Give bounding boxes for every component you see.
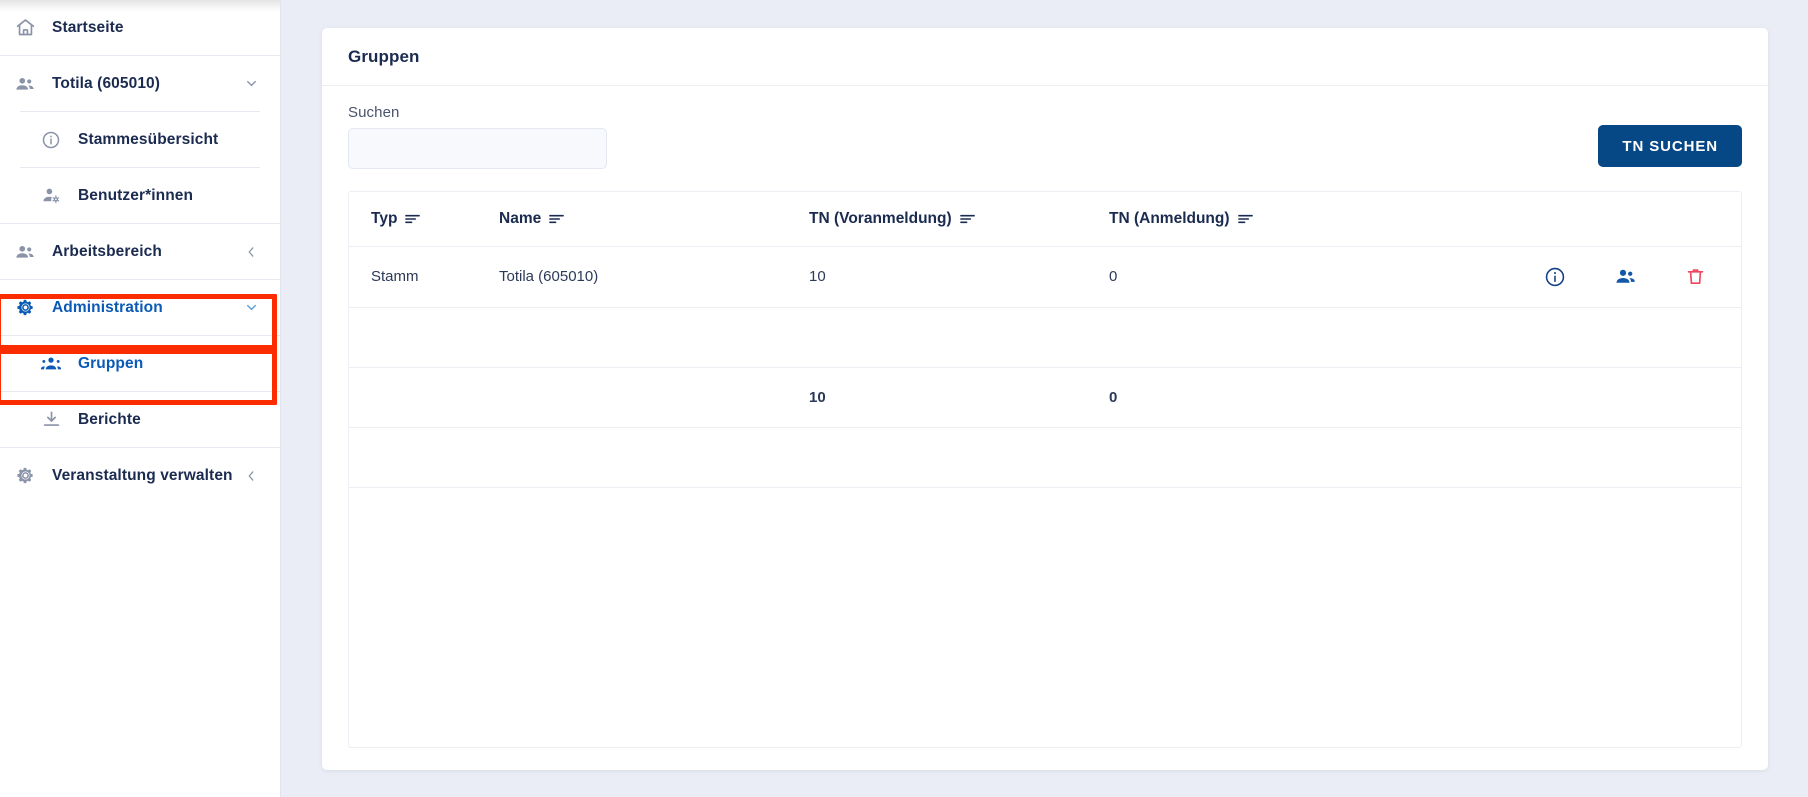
sidebar-item-stammesuebersicht[interactable]: Stammesübersicht <box>0 112 280 167</box>
column-header-typ[interactable]: Typ <box>349 192 499 247</box>
table-footer-space <box>349 427 1741 488</box>
sidebar-item-veranstaltung-verwalten[interactable]: Veranstaltung verwalten <box>0 448 280 503</box>
sidebar-item-totila[interactable]: Totila (605010) <box>0 56 280 111</box>
members-icon[interactable] <box>1613 265 1637 289</box>
chevron-down-icon[interactable] <box>238 300 264 315</box>
table-head: Typ Name TN (Voranmeldung) TN (Anmeldung… <box>349 192 1741 247</box>
sidebar-item-benutzerinnen[interactable]: Benutzer*innen <box>0 168 280 223</box>
chevron-down-icon[interactable] <box>238 76 264 91</box>
column-header-label: Name <box>499 209 542 227</box>
sidebar-item-label: Benutzer*innen <box>78 186 194 204</box>
sidebar-item-label: Administration <box>52 298 163 316</box>
people-icon <box>14 73 36 95</box>
cell-actions <box>1409 246 1741 308</box>
column-header-label: TN (Anmeldung) <box>1109 209 1230 227</box>
search-row: Suchen TN SUCHEN <box>348 104 1742 169</box>
groups-table-container: Typ Name TN (Voranmeldung) TN (Anmeldung… <box>348 191 1742 748</box>
sidebar-item-administration[interactable]: Administration <box>0 280 280 335</box>
delete-icon[interactable] <box>1683 265 1707 289</box>
sidebar-item-label: Arbeitsbereich <box>52 242 162 260</box>
sidebar-item-label: Veranstaltung verwalten <box>52 466 233 484</box>
main-content: Gruppen Suchen TN SUCHEN Typ Name TN (Vo… <box>280 0 1808 797</box>
sidebar-item-label: Totila (605010) <box>52 74 161 92</box>
column-header-tn-voranmeldung[interactable]: TN (Voranmeldung) <box>809 192 1109 247</box>
card-body: Suchen TN SUCHEN Typ Name TN (Voranmeldu… <box>322 86 1768 770</box>
column-header-label: Typ <box>371 209 398 227</box>
page-title: Gruppen <box>348 46 420 66</box>
sidebar-item-label: Berichte <box>78 410 141 428</box>
sidebar-item-gruppen[interactable]: Gruppen <box>0 336 280 391</box>
column-header-actions <box>1409 192 1741 247</box>
sidebar-item-arbeitsbereich[interactable]: Arbeitsbereich <box>0 224 280 279</box>
column-header-tn-anmeldung[interactable]: TN (Anmeldung) <box>1109 192 1409 247</box>
column-header-label: TN (Voranmeldung) <box>809 209 952 227</box>
sidebar: Startseite Totila (605010) Stammesübersi… <box>0 0 280 797</box>
row-actions <box>1409 265 1741 289</box>
chevron-left-icon[interactable] <box>238 469 264 483</box>
download-icon <box>40 409 62 431</box>
sort-icon[interactable] <box>549 213 565 225</box>
cell-name: Totila (605010) <box>499 246 809 308</box>
groups-table: Typ Name TN (Voranmeldung) TN (Anmeldung… <box>349 192 1741 488</box>
table-row[interactable]: Stamm Totila (605010) 10 0 <box>349 246 1741 308</box>
gear-icon <box>14 465 36 487</box>
app-root: Startseite Totila (605010) Stammesübersi… <box>0 0 1808 797</box>
cell-tn-anmeldung: 0 <box>1109 246 1409 308</box>
table-empty-space <box>349 307 1741 368</box>
info-circle-icon <box>40 129 62 151</box>
gear-icon <box>14 297 36 319</box>
tn-suchen-button[interactable]: TN SUCHEN <box>1598 125 1742 167</box>
column-header-name[interactable]: Name <box>499 192 809 247</box>
sort-icon[interactable] <box>1237 213 1253 225</box>
sidebar-item-label: Stammesübersicht <box>78 130 219 148</box>
info-icon[interactable] <box>1543 265 1567 289</box>
groups-icon <box>40 353 62 375</box>
card-header: Gruppen <box>322 28 1768 86</box>
total-tn-anmeldung: 0 <box>1109 366 1409 428</box>
sort-icon[interactable] <box>959 213 975 225</box>
sort-icon[interactable] <box>405 213 421 225</box>
home-icon <box>14 17 36 39</box>
search-field-group: Suchen <box>348 104 607 169</box>
table-body: Stamm Totila (605010) 10 0 10 0 <box>349 246 1741 488</box>
people-icon <box>14 241 36 263</box>
person-gear-icon <box>40 185 62 207</box>
cell-tn-voranmeldung: 10 <box>809 246 1109 308</box>
sidebar-item-startseite[interactable]: Startseite <box>0 0 280 55</box>
gruppen-card: Gruppen Suchen TN SUCHEN Typ Name TN (Vo… <box>322 28 1768 770</box>
search-input[interactable] <box>348 128 607 169</box>
total-name <box>499 366 809 428</box>
sidebar-item-label: Startseite <box>52 18 124 36</box>
sidebar-item-berichte[interactable]: Berichte <box>0 392 280 447</box>
total-typ <box>349 366 499 428</box>
chevron-left-icon[interactable] <box>238 245 264 259</box>
sidebar-item-label: Gruppen <box>78 354 144 372</box>
table-header-row: Typ Name TN (Voranmeldung) TN (Anmeldung… <box>349 192 1741 247</box>
table-totals-row: 10 0 <box>349 366 1741 428</box>
cell-typ: Stamm <box>349 246 499 308</box>
search-label: Suchen <box>348 104 400 121</box>
total-tn-voranmeldung: 10 <box>809 366 1109 428</box>
